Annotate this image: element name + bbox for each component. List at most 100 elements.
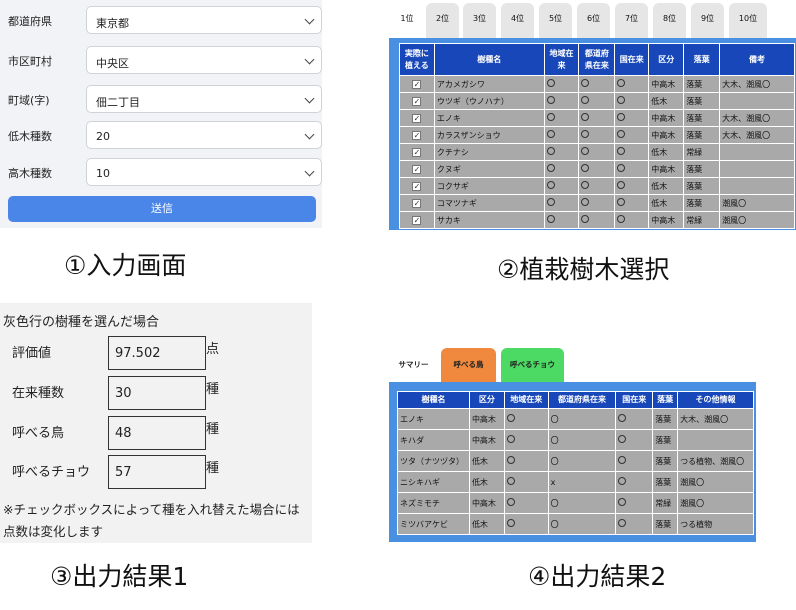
tree-count-value: 10: [96, 167, 110, 180]
tab-rank-5[interactable]: 5位: [539, 3, 572, 40]
circle-icon: [546, 130, 555, 138]
tree-rakuyo: 落葉: [652, 408, 679, 430]
result1-title: 灰色行の樹種を選んだ場合: [3, 315, 160, 330]
table-row: ニシキハギ 低木 x 落葉 潮風〇: [397, 471, 754, 493]
circle-icon: [618, 498, 627, 506]
circle-icon: [618, 519, 627, 527]
plant-checkbox[interactable]: ✓: [412, 147, 422, 157]
town-select[interactable]: 佃二丁目: [86, 85, 322, 113]
tree-rakuyo: 落葉: [652, 450, 679, 472]
tree-biko: 大木、潮風〇: [719, 75, 795, 93]
tab-rank-8[interactable]: 8位: [653, 3, 686, 40]
tab-rank-2[interactable]: 2位: [426, 3, 459, 40]
pref-native: x: [547, 471, 617, 493]
circle-icon: [506, 477, 515, 485]
tree-rakuyo: 落葉: [652, 513, 679, 535]
plant-checkbox[interactable]: ✓: [412, 96, 422, 106]
submit-button[interactable]: 送信: [8, 196, 316, 222]
prefecture-value: 東京都: [96, 17, 129, 30]
chevron-down-icon: [304, 166, 315, 177]
col-header: その他情報: [677, 391, 754, 409]
pref-native: 〇: [547, 429, 617, 451]
tree-kubun: 低木: [648, 177, 685, 195]
tab-rank-1[interactable]: 1位: [392, 3, 422, 40]
circle-icon: [546, 113, 555, 121]
plant-checkbox[interactable]: ✓: [412, 198, 422, 208]
tab-rank-7[interactable]: 7位: [615, 3, 648, 40]
prefecture-label: 都道府県: [8, 15, 52, 28]
table-row: ネズミモチ 中高木 〇 常緑 潮風〇: [397, 492, 754, 514]
summary-table: 樹種名 区分 地域在来 都道府県在来 国在来 落葉 その他情報 エノキ 中高木 …: [397, 391, 754, 535]
table-row: ✓ コマツナギ 低木 落葉 潮風〇: [399, 194, 795, 212]
tree-biko: [719, 92, 795, 110]
circle-icon: [581, 181, 590, 189]
butterflies-row: 呼べるチョウ 57 種: [12, 455, 312, 491]
plant-checkbox[interactable]: ✓: [412, 215, 422, 225]
tab-rank-9[interactable]: 9位: [691, 3, 724, 40]
circle-icon: [546, 79, 555, 87]
circle-icon: [581, 198, 590, 206]
pref-native: 〇: [547, 450, 617, 472]
tree-info: 潮風〇: [677, 471, 754, 493]
circle-icon: [581, 113, 590, 121]
summary-table-frame: 樹種名 区分 地域在来 都道府県在来 国在来 落葉 その他情報 エノキ 中高木 …: [389, 382, 756, 542]
tree-kubun: 中高木: [648, 160, 685, 178]
plant-checkbox[interactable]: ✓: [412, 113, 422, 123]
circle-icon: [617, 113, 626, 121]
table-row: ツタ（ナツヅタ） 低木 〇 落葉 つる植物、潮風〇: [397, 450, 754, 472]
tab-rank-10[interactable]: 10位: [729, 3, 767, 40]
tree-count-label: 高木種数: [8, 167, 52, 180]
circle-icon: [581, 79, 590, 87]
native-count-row: 在来種数 30 種: [12, 376, 312, 412]
tree-biko: [719, 177, 795, 195]
tab-summary[interactable]: サマリー: [391, 348, 436, 382]
tree-name: ツタ（ナツヅタ）: [397, 450, 470, 472]
plant-checkbox[interactable]: ✓: [412, 79, 422, 89]
tree-info: [677, 429, 754, 451]
birds-label: 呼べる鳥: [12, 426, 65, 441]
tab-rank-6[interactable]: 6位: [577, 3, 610, 40]
circle-icon: [506, 456, 515, 464]
tree-rakuyo: 常緑: [683, 211, 721, 229]
birds-row: 呼べる鳥 48 種: [12, 416, 312, 452]
tree-name: カラスザンショウ: [433, 126, 545, 144]
plant-checkbox[interactable]: ✓: [412, 164, 422, 174]
circle-icon: [618, 435, 627, 443]
tree-kubun: 低木: [648, 194, 685, 212]
tree-rakuyo: 落葉: [683, 92, 721, 110]
tree-info: つる植物、潮風〇: [677, 450, 754, 472]
chevron-down-icon: [304, 93, 315, 104]
tree-count-select[interactable]: 10: [86, 158, 322, 186]
tab-rank-3[interactable]: 3位: [463, 3, 496, 40]
tab-birds[interactable]: 呼べる鳥: [441, 348, 496, 382]
tree-name: キハダ: [397, 429, 470, 451]
shrub-count-select[interactable]: 20: [86, 121, 322, 149]
pref-native: 〇: [547, 513, 617, 535]
town-value: 佃二丁目: [96, 96, 140, 109]
circle-icon: [618, 456, 627, 464]
birds-value-box: 48: [108, 416, 206, 450]
tab-butterflies[interactable]: 呼べるチョウ: [501, 348, 564, 382]
tree-kubun: 中高木: [468, 408, 505, 430]
prefecture-select[interactable]: 東京都: [86, 6, 322, 34]
tree-biko: 潮風〇: [719, 211, 795, 229]
circle-icon: [581, 130, 590, 138]
tab-rank-4[interactable]: 4位: [501, 3, 534, 40]
circle-icon: [546, 198, 555, 206]
tree-name: エノキ: [433, 109, 545, 127]
tree-name: ウツギ（ウノハナ）: [433, 92, 545, 110]
circle-icon: [617, 164, 626, 172]
pref-native: 〇: [547, 408, 617, 430]
tree-rakuyo: 落葉: [683, 126, 721, 144]
native-count-label: 在来種数: [12, 386, 65, 401]
table-row: ✓ コクサギ 低木 落葉: [399, 177, 795, 195]
plant-checkbox[interactable]: ✓: [412, 130, 422, 140]
table-row: ミツバアケビ 低木 〇 落葉 つる植物: [397, 513, 754, 535]
col-header: 地域在来: [503, 391, 549, 409]
tree-name: アカメガシワ: [433, 75, 545, 93]
plant-checkbox[interactable]: ✓: [412, 181, 422, 191]
circle-icon: [546, 96, 555, 104]
city-select[interactable]: 中央区: [86, 46, 322, 74]
tree-rakuyo: 落葉: [652, 471, 679, 493]
city-label: 市区町村: [8, 55, 52, 68]
